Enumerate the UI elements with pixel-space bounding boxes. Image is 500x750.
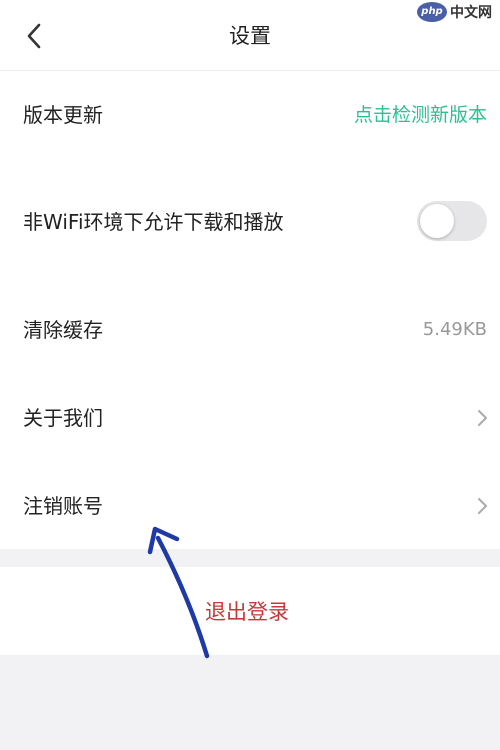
watermark-text: 中文网 xyxy=(450,5,492,21)
wifi-download-toggle[interactable] xyxy=(417,201,487,241)
version-update-row[interactable]: 版本更新 点击检测新版本 xyxy=(0,85,500,145)
cancel-account-label: 注销账号 xyxy=(23,494,103,518)
clear-cache-label: 清除缓存 xyxy=(23,318,103,342)
logout-button[interactable]: 退出登录 xyxy=(0,567,500,655)
logout-section: 退出登录 xyxy=(0,567,500,655)
watermark: php 中文网 xyxy=(417,2,492,22)
about-us-row[interactable]: 关于我们 xyxy=(0,388,500,448)
wifi-download-label: 非WiFi环境下允许下载和播放 xyxy=(23,210,284,234)
chevron-right-icon xyxy=(478,410,487,426)
about-us-label: 关于我们 xyxy=(23,406,103,430)
cancel-account-row[interactable]: 注销账号 xyxy=(0,476,500,536)
clear-cache-row[interactable]: 清除缓存 5.49KB xyxy=(0,300,500,360)
check-new-version-link[interactable]: 点击检测新版本 xyxy=(354,99,487,131)
toggle-knob xyxy=(420,204,454,238)
top-bar: 设置 php 中文网 xyxy=(0,0,500,71)
logout-label: 退出登录 xyxy=(205,600,289,624)
watermark-logo: php xyxy=(417,2,447,22)
page-title: 设置 xyxy=(229,24,271,48)
chevron-right-icon xyxy=(478,498,487,514)
wifi-download-row: 非WiFi环境下允许下载和播放 xyxy=(0,192,500,252)
settings-list: 版本更新 点击检测新版本 非WiFi环境下允许下载和播放 清除缓存 5.49KB… xyxy=(0,71,500,549)
cache-size-value: 5.49KB xyxy=(422,319,487,340)
version-update-label: 版本更新 xyxy=(23,103,103,127)
